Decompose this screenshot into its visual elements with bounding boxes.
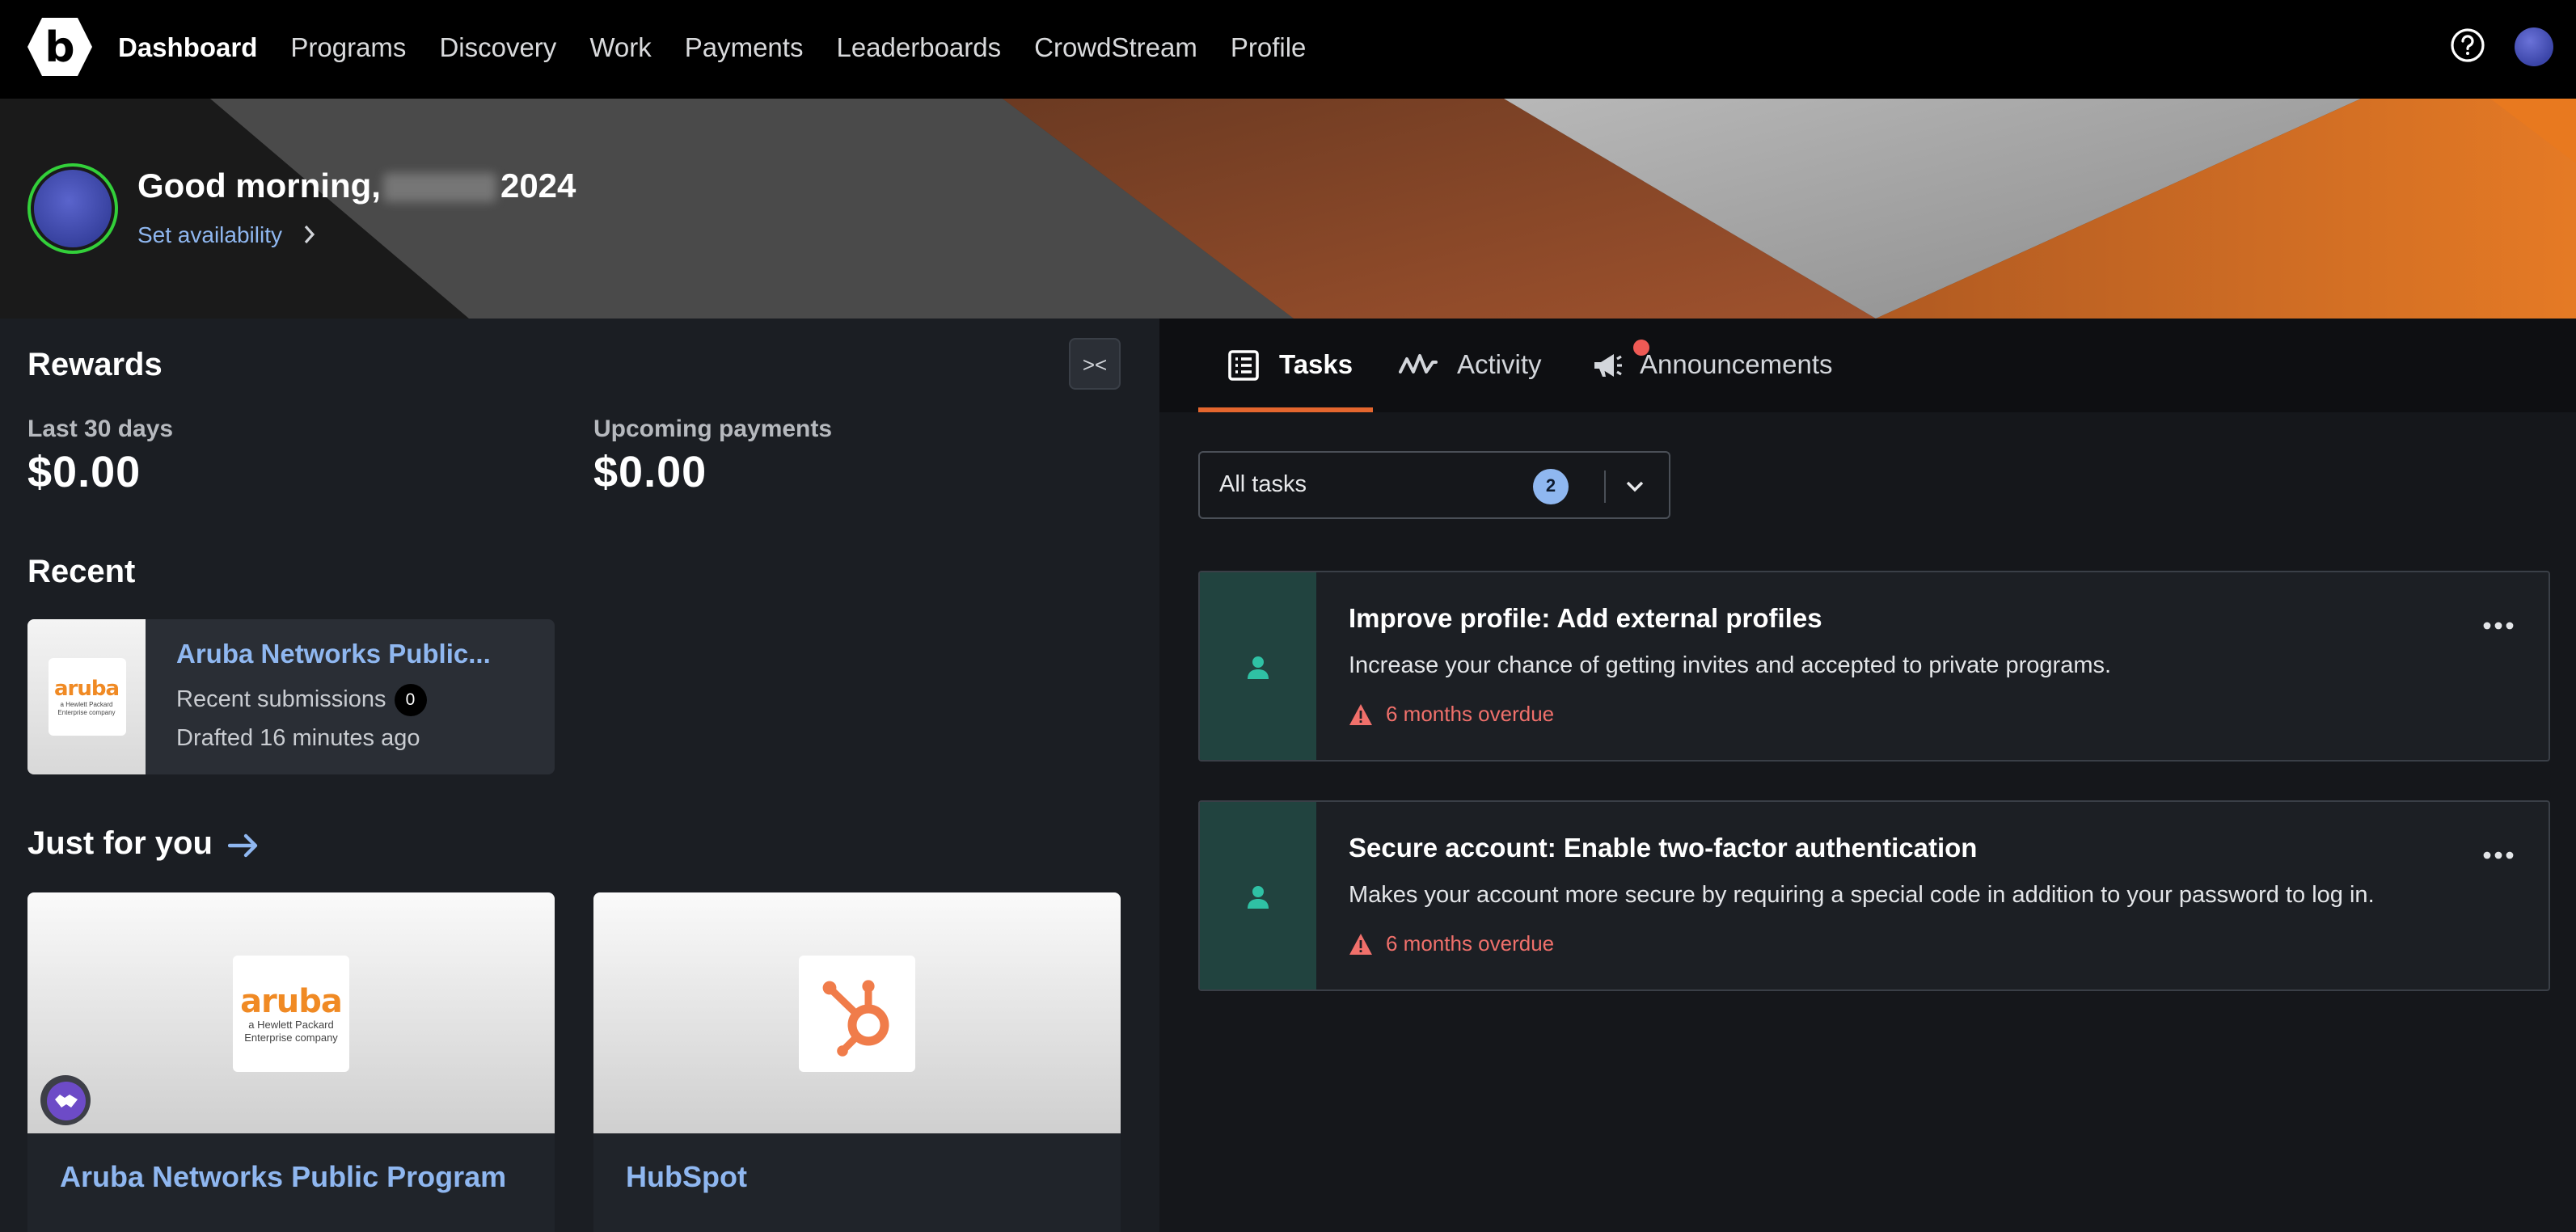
recent-program-card[interactable]: aruba a Hewlett Packard Enterprise compa… <box>27 619 555 774</box>
upcoming-payments-label: Upcoming payments <box>593 416 833 443</box>
recent-program-thumbnail: aruba a Hewlett Packard Enterprise compa… <box>27 619 146 774</box>
left-panel: Rewards >< Last 30 days $0.00 Upcoming p… <box>0 319 1159 1232</box>
task-list-icon <box>1228 350 1259 381</box>
nav-leaderboards[interactable]: Leaderboards <box>836 34 1001 65</box>
chevron-right-icon <box>303 225 315 244</box>
program-card-hubspot[interactable]: HubSpot <box>593 892 1121 1232</box>
program-name-aruba[interactable]: Aruba Networks Public Program <box>60 1161 506 1195</box>
app-root: b Dashboard Programs Discovery Work Paym… <box>0 0 2576 1232</box>
nav-work[interactable]: Work <box>589 34 651 65</box>
nav-profile[interactable]: Profile <box>1231 34 1307 65</box>
task-icon-strip <box>1200 802 1316 989</box>
greeting-suffix: 2024 <box>500 168 576 205</box>
set-availability-label: Set availability <box>137 222 282 247</box>
logo-letter: b <box>44 23 74 72</box>
task-due-status: 6 months overdue <box>1349 702 1554 726</box>
task-title[interactable]: Improve profile: Add external profiles <box>1349 605 1822 635</box>
upcoming-payments-value: $0.00 <box>593 448 707 496</box>
redacted-username <box>383 173 497 202</box>
hubspot-sprocket-icon <box>822 979 889 1056</box>
set-availability-link[interactable]: Set availability <box>137 222 315 247</box>
program-card-media <box>593 892 1121 1133</box>
rewards-title: Rewards <box>27 348 163 383</box>
aruba-logo: aruba a Hewlett Packard Enterprise compa… <box>48 658 125 736</box>
nav-programs[interactable]: Programs <box>290 34 406 65</box>
announcements-notification-dot <box>1633 340 1649 356</box>
recent-title: Recent <box>27 555 136 590</box>
active-tab-indicator <box>1198 407 1373 412</box>
greeting-title: Good morning, 2024 <box>137 168 576 207</box>
collapse-panel-button[interactable]: >< <box>1069 338 1121 390</box>
task-card[interactable]: Secure account: Enable two-factor authen… <box>1198 800 2550 991</box>
task-title[interactable]: Secure account: Enable two-factor authen… <box>1349 834 1977 865</box>
task-more-options-button[interactable] <box>2481 608 2516 643</box>
arrow-right-icon <box>228 833 259 857</box>
program-card-aruba[interactable]: aruba a Hewlett Packard Enterprise compa… <box>27 892 555 1232</box>
nav-payments[interactable]: Payments <box>685 34 804 65</box>
help-icon[interactable] <box>2450 27 2485 63</box>
chevron-down-icon <box>1626 481 1644 492</box>
megaphone-icon <box>1594 354 1622 377</box>
tab-tasks[interactable]: Tasks <box>1227 319 1353 412</box>
filter-separator <box>1604 470 1606 503</box>
just-for-you-link[interactable]: Just for you <box>27 826 261 863</box>
right-panel: Tasks Activity Announcements All tasks 2… <box>1159 319 2576 1232</box>
more-horizontal-icon <box>2483 622 2514 630</box>
task-more-options-button[interactable] <box>2481 838 2516 873</box>
program-name-hubspot[interactable]: HubSpot <box>626 1161 747 1195</box>
task-filter-label: All tasks <box>1219 472 1307 498</box>
task-count-badge: 2 <box>1533 469 1569 504</box>
aruba-logo: aruba a Hewlett Packard Enterprise compa… <box>233 955 349 1071</box>
banner-background <box>0 99 2576 319</box>
greeting-banner: Good morning, 2024 Set availability <box>0 99 2576 319</box>
more-horizontal-icon <box>2483 851 2514 859</box>
tab-announcements[interactable]: Announcements <box>1591 319 1833 412</box>
tab-activity[interactable]: Activity <box>1399 319 1542 412</box>
task-card[interactable]: Improve profile: Add external profiles I… <box>1198 571 2550 762</box>
submissions-count-badge: 0 <box>394 684 427 716</box>
nav-crowdstream[interactable]: CrowdStream <box>1034 34 1197 65</box>
task-filter-select[interactable]: All tasks 2 <box>1198 451 1670 519</box>
task-description: Increase your chance of getting invites … <box>1349 653 2112 679</box>
task-due-status: 6 months overdue <box>1349 931 1554 956</box>
nav-links: Dashboard Programs Discovery Work Paymen… <box>118 0 1339 99</box>
task-icon-strip <box>1200 572 1316 760</box>
program-card-media: aruba a Hewlett Packard Enterprise compa… <box>27 892 555 1133</box>
recent-program-name[interactable]: Aruba Networks Public... <box>176 640 491 671</box>
user-icon <box>1248 656 1269 679</box>
last-30-days-value: $0.00 <box>27 448 141 496</box>
warning-icon <box>1349 703 1372 724</box>
top-nav: b Dashboard Programs Discovery Work Paym… <box>0 0 2576 99</box>
user-icon <box>1248 886 1269 909</box>
handshake-icon <box>54 1094 77 1107</box>
collaboration-badge <box>40 1075 91 1125</box>
activity-pulse-icon <box>1399 354 1438 373</box>
last-30-days-label: Last 30 days <box>27 416 174 443</box>
dashboard-tabs: Tasks Activity Announcements <box>1159 319 2576 412</box>
user-avatar-menu[interactable] <box>2515 27 2553 66</box>
greeting-prefix: Good morning, <box>137 168 381 205</box>
task-description: Makes your account more secure by requir… <box>1349 883 2375 909</box>
nav-discovery[interactable]: Discovery <box>439 34 556 65</box>
warning-icon <box>1349 933 1372 954</box>
hubspot-logo <box>799 955 915 1071</box>
recent-drafted-time: Drafted 16 minutes ago <box>176 726 420 752</box>
user-avatar-large[interactable] <box>27 163 118 254</box>
recent-submissions: Recent submissions 0 <box>176 684 427 716</box>
nav-dashboard[interactable]: Dashboard <box>118 34 257 65</box>
bugcrowd-logo-icon[interactable]: b <box>26 16 94 78</box>
